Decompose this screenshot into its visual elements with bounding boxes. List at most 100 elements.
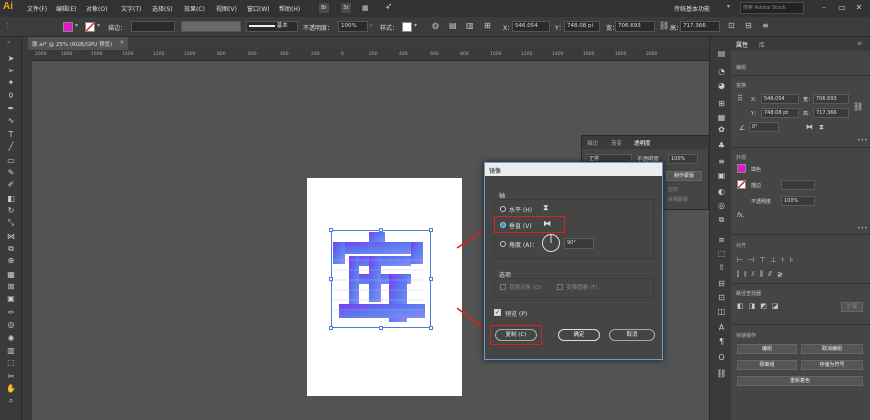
props-x-field[interactable]: 546.054 [761,94,799,104]
props-opacity-field[interactable]: 100% [781,196,815,206]
clip-checkbox-label[interactable]: 剪切 [668,186,678,193]
graph-tool-icon[interactable]: ▥ [4,345,18,356]
stock-search-input[interactable]: 搜索 Adobe Stock [740,2,804,14]
gradient-panel-icon[interactable]: ▣ [716,171,727,181]
select-similar-icon[interactable]: ⊟ [745,21,752,30]
artboard-tool-icon[interactable]: ⬚ [4,357,18,368]
rectangle-tool-icon[interactable]: ▭ [4,155,18,166]
opacity-label[interactable]: 不透明度： [303,23,333,32]
x-field[interactable]: 546.054 [512,21,550,32]
horizontal-ruler[interactable]: 2000 1800 1600 1400 1200 1000 800 600 40… [32,50,709,61]
save-as-symbol-button[interactable]: 存储为符号 [801,360,863,370]
fill-dropdown-icon[interactable]: ▾ [75,22,78,29]
props-angle-field[interactable]: 0° [749,122,779,132]
transform-icon[interactable]: ⊞ [484,21,491,30]
close-icon[interactable]: ✕ [853,2,865,14]
make-mask-button[interactable]: 制作蒙版 [666,171,702,181]
tab-libraries[interactable]: 库 [759,40,765,49]
flip-vertical-icon[interactable]: ⧗ [819,123,824,132]
menu-window[interactable]: 窗口(W) [247,4,270,13]
shape-builder-tool-icon[interactable]: ⊕ [4,255,18,266]
shaper-tool-icon[interactable]: ✐ [4,179,18,190]
transform-objects-checkbox[interactable] [500,284,506,290]
gpu-performance-icon[interactable]: ➶ [385,2,393,12]
artboards-icon[interactable]: ⬚ [716,249,727,259]
line-tool-icon[interactable]: ╱ [4,141,18,152]
asset-export-icon[interactable]: ⇪ [716,263,727,273]
libraries-icon[interactable]: ◔ [716,67,727,77]
isolate-group-icon[interactable]: ⊡ [728,21,735,30]
vertical-ruler[interactable] [22,61,32,420]
slice-tool-icon[interactable]: ✂ [4,371,18,382]
perspective-grid-tool-icon[interactable]: ▦ [4,269,18,280]
align-panel-icon[interactable]: ⊟ [716,279,727,289]
y-field[interactable]: 748.08 pi [564,21,600,32]
angle-radio[interactable] [500,241,506,247]
opentype-icon[interactable]: O [716,353,727,363]
menu-select[interactable]: 选择(S) [152,4,173,13]
props-stroke-swatch[interactable] [737,180,746,189]
rotate-tool-icon[interactable]: ↻ [4,205,18,216]
align-icon[interactable]: ▤ [449,21,457,30]
menu-effect[interactable]: 效果(C) [184,4,205,13]
swatches-icon[interactable]: ▦ [716,113,727,123]
color-icon[interactable]: ◕ [716,81,727,91]
mesh-tool-icon[interactable]: ⊠ [4,281,18,292]
gradient-tool-icon[interactable]: ▣ [4,293,18,304]
link-proportions-icon[interactable]: ⛓ [659,21,669,30]
layers-icon[interactable]: ⧈ [716,235,727,245]
eyedropper-tool-icon[interactable]: ✑ [4,307,18,318]
resize-handle[interactable] [379,228,383,232]
fx-button[interactable]: fx. [737,212,745,219]
opacity-field[interactable]: 100% [338,21,368,32]
more-options-icon[interactable]: ••• [857,137,868,144]
angle-dial-icon[interactable] [541,233,561,253]
symbols-icon[interactable]: ♣ [716,141,727,151]
free-transform-tool-icon[interactable]: ⧉ [4,243,18,254]
stroke-panel-icon[interactable]: ≡ [716,157,727,167]
workspace-switcher[interactable]: 传统基本功能 [674,4,710,13]
pathfinder-icon[interactable]: ◫ [716,307,727,317]
selection-bounding-box[interactable] [331,230,431,328]
brushes-icon[interactable]: ✿ [716,125,727,135]
w-field[interactable]: 706.693 [615,21,655,32]
transform-objects-label[interactable]: 变换对象 (O) [509,283,541,291]
tab-transparency[interactable]: 透明度 [634,139,651,147]
props-fill-swatch[interactable] [737,164,746,173]
horizontal-label[interactable]: 水平 (H) [509,205,532,214]
angle-label[interactable]: 角度 (A)： [509,240,538,249]
character-icon[interactable]: A [716,323,727,333]
transform-patterns-checkbox[interactable] [557,284,563,290]
distribute-buttons-row[interactable]: ⫿⫾⫽⫼⫻⫺ [737,270,788,279]
isolate-group-button[interactable]: 隔离组 [737,360,797,370]
stroke-dropdown-icon[interactable]: ▾ [97,22,100,29]
color-guide-icon[interactable]: ⊞ [716,99,727,109]
stock-icon[interactable]: St [341,3,351,13]
style-dropdown-icon[interactable]: ▾ [414,22,417,29]
minimize-icon[interactable]: – [818,2,830,14]
resize-handle[interactable] [329,326,333,330]
magic-wand-tool-icon[interactable]: ✦ [4,77,18,88]
transform-patterns-label[interactable]: 变换图案 (T) [566,283,597,291]
h-field[interactable]: 717.366 [680,21,720,32]
horizontal-radio[interactable] [500,206,506,212]
blend-tool-icon[interactable]: ◎ [4,319,18,330]
tab-gradient[interactable]: 渐变 [611,139,622,147]
props-w-field[interactable]: 706.693 [813,94,849,104]
align-buttons-row[interactable]: ⊢⊣⊤⊥⊦⊧ [737,256,799,264]
ok-button[interactable]: 确定 [558,329,600,341]
paragraph-icon[interactable]: ¶ [716,337,727,347]
scale-tool-icon[interactable]: ⤡ [4,217,18,228]
document-tab[interactable]: 靡.ai* @ 25% (RGB/GPU 预览) ✕ [28,37,129,50]
more-appearance-icon[interactable]: ••• [857,225,868,232]
panel-menu-icon[interactable]: ≡ [762,21,769,30]
preview-label[interactable]: 预览 (P) [505,309,527,318]
arrange-documents-icon[interactable]: ▦ [362,3,372,13]
tab-stroke[interactable]: 描边 [587,139,598,147]
direct-selection-tool-icon[interactable]: ➢ [4,65,18,76]
brush-definition-field[interactable]: 基本 [246,21,298,32]
symbol-sprayer-tool-icon[interactable]: ✺ [4,333,18,344]
invert-mask-checkbox-label[interactable]: 反相蒙版 [668,196,688,203]
hand-tool-icon[interactable]: ✋ [4,383,18,394]
pathfinder-buttons-row[interactable]: ◧◨◩◪ [737,302,783,310]
